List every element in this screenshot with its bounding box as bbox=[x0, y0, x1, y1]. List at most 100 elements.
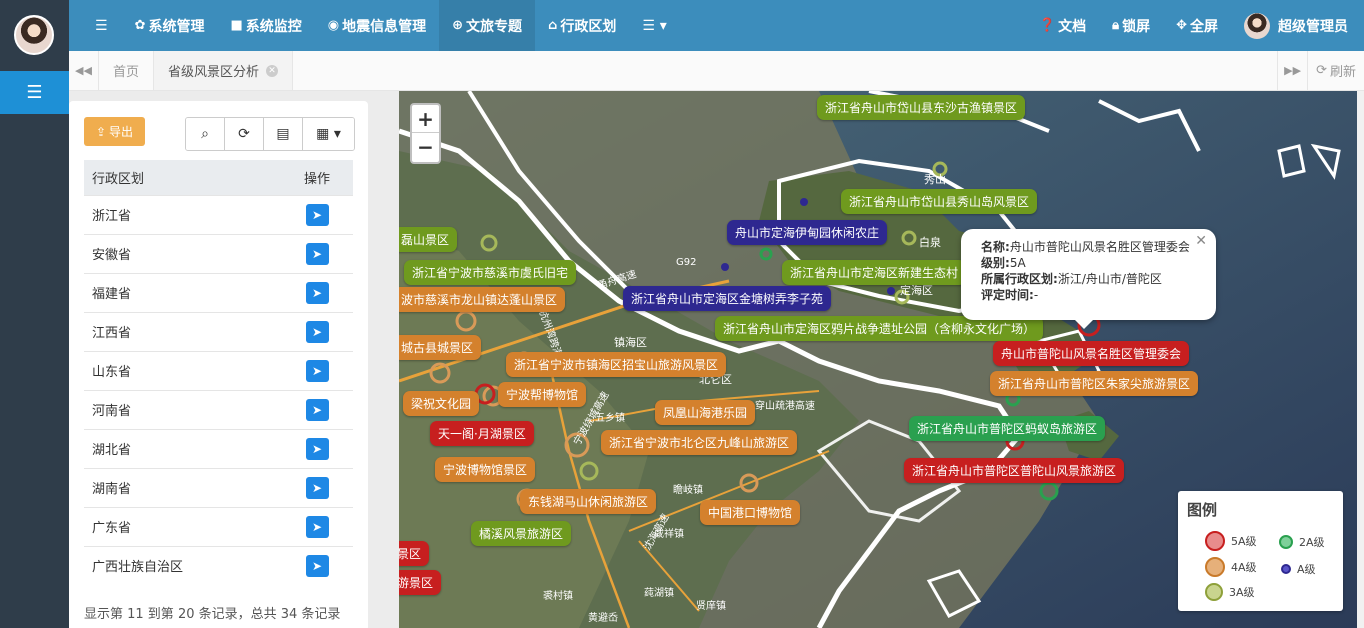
legend-swatch bbox=[1205, 531, 1225, 551]
locate-button[interactable]: ➤ bbox=[305, 437, 329, 460]
popup-name: 舟山市普陀山风景名胜区管理委会 bbox=[1009, 240, 1190, 254]
paper-plane-icon: ➤ bbox=[311, 363, 323, 378]
scenic-label[interactable]: 浙江省舟山市岱山县秀山岛风景区 bbox=[841, 189, 1038, 214]
locate-button[interactable]: ➤ bbox=[305, 203, 329, 226]
scenic-label[interactable]: 东钱湖马山休闲旅游区 bbox=[520, 489, 657, 514]
locate-button[interactable]: ➤ bbox=[305, 515, 329, 538]
scenic-label[interactable]: 浙江省舟山市定海区金塘树弄李子苑 bbox=[623, 286, 832, 311]
scenic-label[interactable]: 波市慈溪市龙山镇达蓬山景区 bbox=[399, 287, 566, 312]
scenic-label[interactable]: 橘溪风景旅游区 bbox=[471, 521, 572, 546]
place-name: 瞻岐镇 bbox=[673, 483, 703, 496]
nav-item-system-management[interactable]: ✿ 系统管理 bbox=[122, 0, 218, 51]
export-button[interactable]: ⇪ 导出 bbox=[84, 117, 145, 146]
bars-icon: ☰ bbox=[26, 82, 43, 103]
region-table-card: ⇪ 导出 ⌕ ⟳ ▤ ▦ ▾ 行政区划 操作 浙江省 ➤ 安徽省 ➤ 福建省 ➤ 江西省… bbox=[69, 101, 368, 628]
locate-button[interactable]: ➤ bbox=[305, 476, 329, 499]
nav-item-system-monitor[interactable]: ■ 系统监控 bbox=[217, 0, 314, 51]
legend-item-3a: 3A级 bbox=[1205, 583, 1255, 601]
tabs-scroll-right-button[interactable]: ▶▶ bbox=[1277, 51, 1307, 90]
scenic-label[interactable]: 浙江省宁波市慈溪市虞氏旧宅 bbox=[404, 260, 577, 285]
paper-plane-icon: ➤ bbox=[311, 246, 323, 261]
scenic-label[interactable]: 浙江省舟山市普陀区普陀山风景旅游区 bbox=[904, 458, 1125, 483]
lock-icon: 🔒︎ bbox=[1112, 18, 1120, 33]
scenic-label[interactable]: 宁波博物馆景区 bbox=[435, 457, 536, 482]
table-toolbar: ⌕ ⟳ ▤ ▦ ▾ bbox=[185, 117, 355, 151]
scenic-label[interactable]: 浙江省舟山市普陀区朱家尖旅游景区 bbox=[990, 371, 1199, 396]
vertical-scrollbar[interactable] bbox=[1357, 91, 1364, 628]
scenic-label[interactable]: 天一阁·月湖景区 bbox=[430, 421, 534, 446]
table-row: 广西壮族自治区 ➤ bbox=[84, 545, 353, 585]
video-icon: ■ bbox=[230, 18, 243, 33]
place-name: 白泉 bbox=[919, 235, 941, 249]
tab-scenic-analysis[interactable]: 省级风景区分析 ✕ bbox=[154, 51, 294, 90]
popup-close-button[interactable]: ✕ bbox=[1195, 233, 1207, 249]
legend-item-5a: 5A级 bbox=[1205, 531, 1257, 551]
tab-home[interactable]: 首页 bbox=[99, 51, 155, 90]
paper-plane-icon: ➤ bbox=[311, 402, 323, 417]
list-alt-icon: ▤ bbox=[276, 126, 290, 142]
nav-item-earthquake[interactable]: ◉ 地震信息管理 bbox=[315, 0, 439, 51]
scenic-label[interactable]: 浙江省宁波市北仑区九峰山旅游区 bbox=[601, 430, 798, 455]
export-icon: ⇪ bbox=[95, 124, 107, 139]
scenic-label[interactable]: 舟山市定海伊甸园休闲农庄 bbox=[727, 220, 888, 245]
region-cell: 湖北省 bbox=[84, 428, 281, 468]
scenic-label[interactable]: 浙江省舟山市普陀区蚂蚁岛旅游区 bbox=[909, 416, 1106, 441]
avatar[interactable] bbox=[14, 15, 54, 55]
locate-button[interactable]: ➤ bbox=[305, 554, 329, 577]
search-button[interactable]: ⌕ bbox=[186, 118, 225, 150]
sidebar-toggle-button[interactable]: ☰ bbox=[0, 71, 69, 114]
column-header-action: 操作 bbox=[281, 160, 353, 195]
region-cell: 湖南省 bbox=[84, 467, 281, 507]
refresh-table-button[interactable]: ⟳ bbox=[225, 118, 264, 150]
locate-button[interactable]: ➤ bbox=[305, 281, 329, 304]
tabs-scroll-left-button[interactable]: ◀◀ bbox=[69, 51, 99, 90]
close-icon[interactable]: ✕ bbox=[266, 64, 279, 77]
map-view[interactable]: G92 定海区 白泉 秀山 慈溪 镇海区 北仑区 五乡镇 瞻岐镇 咸祥镇 莼湖镇… bbox=[399, 91, 1357, 628]
locate-button[interactable]: ➤ bbox=[305, 359, 329, 382]
nav-item-docs[interactable]: ❓ 文档 bbox=[1026, 0, 1099, 51]
table-row: 广东省 ➤ bbox=[84, 506, 353, 546]
zoom-out-button[interactable]: − bbox=[412, 133, 439, 161]
scenic-label[interactable]: 凤凰山海港乐园 bbox=[655, 400, 756, 425]
zoom-in-button[interactable]: + bbox=[412, 105, 439, 133]
scenic-label[interactable]: 景区 bbox=[399, 541, 430, 566]
paper-plane-icon: ➤ bbox=[311, 519, 323, 534]
place-name: 莼湖镇 bbox=[644, 586, 674, 599]
scenic-label[interactable]: 浙江省舟山市定海区新建生态村 bbox=[782, 260, 967, 285]
region-cell: 山东省 bbox=[84, 350, 281, 390]
scenic-label[interactable]: 浙江省舟山市岱山县东沙古渔镇景区 bbox=[817, 95, 1026, 120]
nav-item-culture-tourism[interactable]: ⊕ 文旅专题 bbox=[439, 0, 536, 51]
scenic-label[interactable]: 磊山景区 bbox=[399, 227, 458, 252]
place-name: 裘村镇 bbox=[543, 589, 573, 602]
table-row: 江西省 ➤ bbox=[84, 311, 353, 351]
user-menu[interactable]: 超级管理员 bbox=[1231, 0, 1364, 51]
question-icon: ❓ bbox=[1038, 18, 1056, 33]
place-name: 定海区 bbox=[900, 283, 933, 297]
table-row: 安徽省 ➤ bbox=[84, 233, 353, 273]
scenic-label[interactable]: 梁祝文化园 bbox=[403, 391, 480, 416]
place-name: 穿山疏港高速 bbox=[755, 399, 815, 412]
scenic-label[interactable]: 浙江省宁波市镇海区招宝山旅游风景区 bbox=[506, 352, 727, 377]
menu-toggle-button[interactable]: ☰ bbox=[69, 0, 122, 51]
locate-button[interactable]: ➤ bbox=[305, 242, 329, 265]
nav-item-admin-division[interactable]: ⌂ 行政区划 bbox=[535, 0, 629, 51]
nav-item-lock-screen[interactable]: 🔒︎ 锁屏 bbox=[1099, 0, 1163, 51]
columns-dropdown-button[interactable]: ▦ ▾ bbox=[303, 118, 354, 150]
toggle-view-button[interactable]: ▤ bbox=[264, 118, 303, 150]
paper-plane-icon: ➤ bbox=[311, 558, 323, 573]
forward-icon: ▶▶ bbox=[1284, 64, 1302, 77]
top-nav: ☰ ✿ 系统管理 ■ 系统监控 ◉ 地震信息管理 ⊕ 文旅专题 ⌂ 行政区划 ☰ ▾ ❓ 文… bbox=[69, 0, 1364, 51]
feature-popup: ✕ 名称:舟山市普陀山风景名胜区管理委会 级别:5A 所属行政区划:浙江/舟山市… bbox=[961, 229, 1216, 329]
scenic-label[interactable]: 游景区 bbox=[399, 570, 442, 595]
scenic-label[interactable]: 中国港口博物馆 bbox=[700, 500, 801, 525]
locate-button[interactable]: ➤ bbox=[305, 320, 329, 343]
nav-more-dropdown[interactable]: ☰ ▾ bbox=[629, 0, 679, 51]
refresh-button[interactable]: ⟳ 刷新 bbox=[1307, 51, 1364, 90]
scenic-label[interactable]: 城古县城景区 bbox=[399, 335, 482, 360]
popup-region: 浙江/舟山市/普陀区 bbox=[1057, 272, 1162, 286]
nav-item-fullscreen[interactable]: ✥ 全屏 bbox=[1163, 0, 1231, 51]
pagination-info: 显示第 11 到第 20 条记录，总共 34 条记录 bbox=[84, 607, 341, 622]
locate-button[interactable]: ➤ bbox=[305, 398, 329, 421]
scenic-label[interactable]: 舟山市普陀山风景名胜区管理委会 bbox=[993, 341, 1190, 366]
scenic-label[interactable]: 宁波帮博物馆 bbox=[498, 382, 587, 407]
